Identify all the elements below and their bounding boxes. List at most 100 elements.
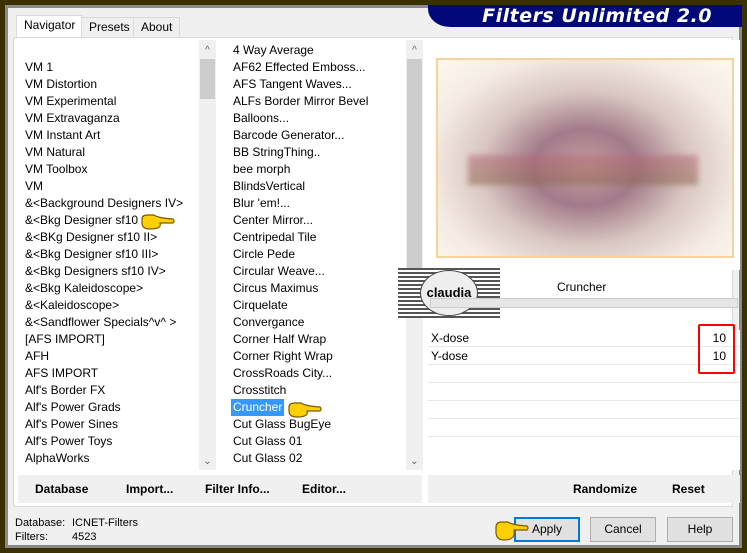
list-row: AFS IMPORT (20, 365, 199, 382)
list-row: Alf's Border FX (20, 382, 199, 399)
filter-info-button[interactable]: Filter Info... (205, 475, 270, 503)
status-value: 4523 (72, 531, 97, 543)
category-list[interactable]: VM 1 VM Distortion VM Experimental VM Extra… (20, 40, 199, 470)
scroll-down-icon[interactable]: ⌄ (199, 453, 216, 470)
category-item[interactable]: VM Distortion (25, 77, 97, 91)
filter-name-label: Cruncher (557, 280, 607, 294)
param-x-dose[interactable]: X-dose 10 (428, 330, 740, 347)
list-row: VM (20, 178, 199, 195)
help-button[interactable]: Help (667, 517, 733, 542)
filter-item[interactable]: Corner Half Wrap (233, 332, 326, 346)
randomize-button[interactable]: Randomize (573, 475, 637, 503)
list-row: Cut Glass 02 (228, 450, 406, 467)
category-item[interactable]: VM Extravaganza (25, 111, 120, 125)
list-row: Corner Right Wrap (228, 348, 406, 365)
filter-item[interactable]: AF62 Effected Emboss... (233, 60, 366, 74)
list-row: Cirquelate (228, 297, 406, 314)
category-item[interactable]: VM Instant Art (25, 128, 100, 142)
list-row: VM Toolbox (20, 161, 199, 178)
filter-item[interactable]: Blur 'em!... (233, 196, 290, 210)
list-row: AFH (20, 348, 199, 365)
list-row: 4 Way Average (228, 42, 406, 59)
filter-item[interactable]: CrossRoads City... (233, 366, 332, 380)
category-item[interactable]: VM 1 (25, 60, 53, 74)
filter-item[interactable]: Convergance (233, 315, 304, 329)
category-item[interactable]: Alf's Power Toys (25, 434, 112, 448)
category-item[interactable]: AFS IMPORT (25, 366, 98, 380)
param-y-dose[interactable]: Y-dose 10 (428, 348, 740, 365)
watermark-text: claudia (420, 270, 478, 316)
list-row: Convergance (228, 314, 406, 331)
filter-item[interactable]: Balloons... (233, 111, 289, 125)
filter-item[interactable]: Barcode Generator... (233, 128, 344, 142)
scroll-down-icon[interactable]: ⌄ (406, 453, 423, 470)
category-item[interactable]: &<Bkg Kaleidoscope> (25, 281, 143, 295)
category-item[interactable]: &<Bkg Designers sf10 IV> (25, 264, 166, 278)
category-item[interactable]: Alf's Power Grads (25, 400, 121, 414)
list-row: Circle Pede (228, 246, 406, 263)
filter-item[interactable]: Circle Pede (233, 247, 295, 261)
category-item[interactable]: VM Experimental (25, 94, 116, 108)
import-button[interactable]: Import... (126, 475, 173, 503)
filter-item[interactable]: 4 Way Average (233, 43, 314, 57)
filter-scrollbar[interactable]: ^ ⌄ (406, 40, 423, 470)
category-item[interactable]: &<Background Designers IV> (25, 196, 183, 210)
category-item[interactable]: &<Bkg Designer sf10 III> (25, 247, 158, 261)
category-item[interactable]: &<BKg Designer sf10 II> (25, 230, 157, 244)
cancel-button[interactable]: Cancel (590, 517, 656, 542)
list-row: &<Bkg Kaleidoscope> (20, 280, 199, 297)
right-button-bar: Randomize Reset (428, 475, 740, 503)
filter-item[interactable]: Crosstitch (233, 383, 286, 397)
status-label: Filters: (15, 531, 48, 543)
category-item[interactable]: AFH (25, 349, 49, 363)
category-item[interactable]: AlphaWorks (25, 451, 89, 465)
left-button-bar: Database Import... Filter Info... Editor… (18, 475, 422, 503)
filter-item[interactable]: AFS Tangent Waves... (233, 77, 352, 91)
filter-item[interactable]: Circus Maximus (233, 281, 318, 295)
category-item[interactable]: [AFS IMPORT] (25, 332, 105, 346)
list-row: VM Distortion (20, 76, 199, 93)
param-empty (428, 402, 740, 419)
category-item[interactable]: VM Natural (25, 145, 85, 159)
filter-item[interactable]: Cruncher (231, 399, 285, 416)
status-label: Database: (15, 517, 66, 529)
category-item[interactable]: VM (25, 179, 43, 193)
tab-presets[interactable]: Presets (81, 17, 138, 37)
category-item[interactable]: Alf's Power Sines (25, 417, 118, 431)
category-item[interactable]: &<Bkg Designer sf10 I> (25, 213, 152, 227)
filter-item[interactable]: ALFs Border Mirror Bevel (233, 94, 368, 108)
filter-item[interactable]: Cut Glass BugEye (233, 417, 331, 431)
filter-item[interactable]: bee morph (233, 162, 290, 176)
pointing-hand-icon (141, 214, 175, 230)
filter-item[interactable]: Centripedal Tile (233, 230, 316, 244)
list-row: Barcode Generator... (228, 127, 406, 144)
scroll-thumb[interactable] (407, 59, 422, 299)
filter-item[interactable]: Corner Right Wrap (233, 349, 333, 363)
database-button[interactable]: Database (35, 475, 88, 503)
filter-item[interactable]: BB StringThing.. (233, 145, 320, 159)
category-item[interactable]: &<Kaleidoscope> (25, 298, 119, 312)
value-highlight-box (698, 324, 735, 374)
tab-about[interactable]: About (133, 17, 181, 37)
editor-button[interactable]: Editor... (302, 475, 346, 503)
list-row: AlphaWorks (20, 450, 199, 467)
filter-item[interactable]: Center Mirror... (233, 213, 313, 227)
list-row: Corner Half Wrap (228, 331, 406, 348)
filter-item[interactable]: BlindsVertical (233, 179, 305, 193)
status-value: ICNET-Filters (72, 517, 138, 529)
category-item[interactable]: Alf's Border FX (25, 383, 105, 397)
reset-button[interactable]: Reset (672, 475, 705, 503)
list-row: AFS Tangent Waves... (228, 76, 406, 93)
category-scrollbar[interactable]: ^ ⌄ (199, 40, 216, 470)
list-row: BB StringThing.. (228, 144, 406, 161)
tab-navigator[interactable]: Navigator (16, 15, 84, 38)
scroll-thumb[interactable] (200, 59, 215, 99)
filter-item[interactable]: Circular Weave... (233, 264, 325, 278)
category-item[interactable]: VM Toolbox (25, 162, 87, 176)
filter-item[interactable]: Cirquelate (233, 298, 288, 312)
filter-item[interactable]: Cut Glass 01 (233, 434, 302, 448)
category-item[interactable]: &<Sandflower Specials^v^ > (25, 315, 176, 329)
scroll-up-icon[interactable]: ^ (406, 42, 423, 59)
scroll-up-icon[interactable]: ^ (199, 42, 216, 59)
filter-item[interactable]: Cut Glass 02 (233, 451, 302, 465)
